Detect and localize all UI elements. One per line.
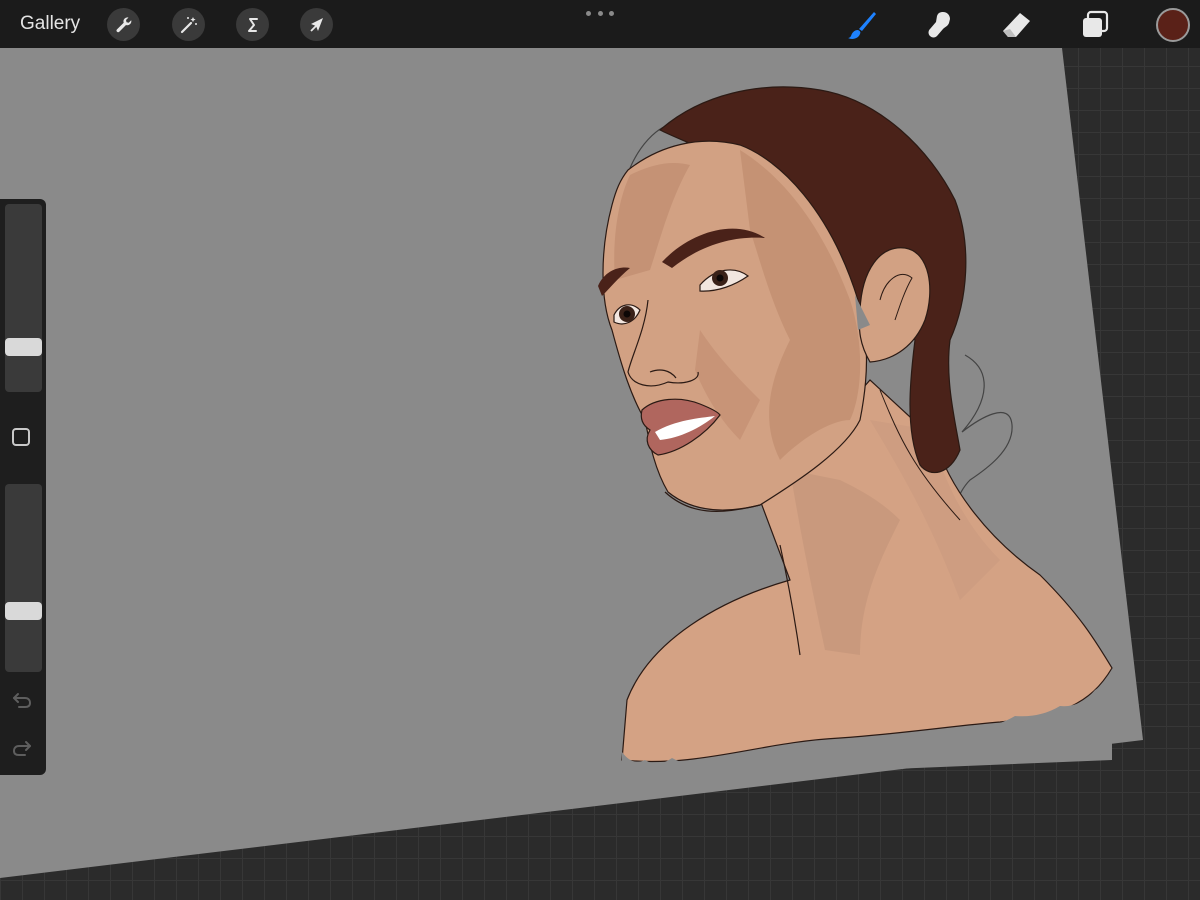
selection-button[interactable]: [236, 8, 269, 41]
arrow-cursor-icon: [309, 17, 323, 32]
brush-icon: [848, 12, 876, 39]
eraser-icon: [1003, 13, 1030, 37]
color-picker-button[interactable]: [1156, 8, 1190, 42]
magic-wand-icon: [180, 16, 197, 33]
redo-icon: [12, 741, 31, 756]
undo-icon: [13, 693, 32, 708]
opacity-thumb[interactable]: [5, 601, 42, 620]
brush-size-thumb[interactable]: [5, 338, 42, 357]
redo-button[interactable]: [10, 736, 34, 760]
wrench-icon: [116, 16, 131, 32]
selection-s-icon: [247, 17, 258, 32]
eraser-tool-button[interactable]: [999, 8, 1033, 42]
transform-button[interactable]: [300, 8, 333, 41]
layers-icon: [1083, 10, 1109, 37]
paint-tool-button[interactable]: [845, 8, 879, 42]
layers-button[interactable]: [1078, 8, 1112, 42]
actions-button[interactable]: [107, 8, 140, 41]
drawing-canvas[interactable]: [0, 0, 1200, 900]
smudge-finger-icon: [928, 12, 950, 38]
gallery-button[interactable]: Gallery: [20, 12, 80, 36]
opacity-slider[interactable]: [5, 484, 42, 672]
left-sidebar: [0, 199, 46, 775]
adjustments-button[interactable]: [172, 8, 205, 41]
square-modify-icon[interactable]: [12, 428, 30, 446]
top-toolbar: Gallery: [0, 0, 1200, 48]
undo-button[interactable]: [10, 688, 34, 712]
more-options-icon[interactable]: [586, 6, 614, 20]
brush-size-slider[interactable]: [5, 204, 42, 392]
smudge-tool-button[interactable]: [922, 8, 956, 42]
